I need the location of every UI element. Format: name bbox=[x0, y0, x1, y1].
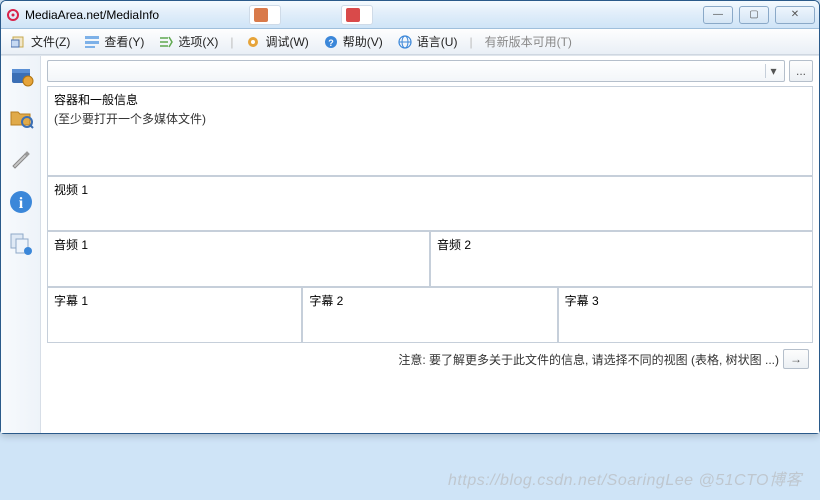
panel-heading: 容器和一般信息 bbox=[54, 91, 806, 108]
svg-text:?: ? bbox=[328, 38, 334, 48]
file-icon bbox=[11, 34, 27, 50]
open-file-icon bbox=[8, 63, 34, 89]
globe-icon bbox=[397, 34, 413, 50]
tool-copy[interactable] bbox=[7, 230, 35, 258]
panel-subtitle-1: 字幕 1 bbox=[47, 287, 302, 343]
panel-subtitle-3: 字幕 3 bbox=[558, 287, 813, 343]
menu-update[interactable]: 有新版本可用(T) bbox=[481, 31, 576, 52]
titlebar-tab-1[interactable] bbox=[249, 5, 281, 25]
file-selector-row: ▾ ... bbox=[47, 60, 813, 82]
watermark-text: https://blog.csdn.net/SoaringLee @51CTO博… bbox=[448, 466, 802, 490]
menu-language[interactable]: 语言(U) bbox=[393, 31, 462, 52]
titlebar-tab-2[interactable] bbox=[341, 5, 373, 25]
panel-video-1: 视频 1 bbox=[47, 176, 813, 231]
copy-icon bbox=[8, 231, 34, 257]
tab-icon bbox=[254, 8, 268, 22]
panel-heading: 字幕 1 bbox=[54, 292, 295, 309]
left-toolbar: i bbox=[1, 56, 41, 433]
options-icon bbox=[158, 34, 174, 50]
panel-heading: 音频 1 bbox=[54, 236, 423, 253]
panel-subtitle-2: 字幕 2 bbox=[302, 287, 557, 343]
open-folder-icon bbox=[8, 105, 34, 131]
debug-icon bbox=[245, 34, 261, 50]
app-window: MediaArea.net/MediaInfo — ▢ ✕ 文件(Z) 查看(Y… bbox=[0, 0, 820, 434]
tool-info[interactable]: i bbox=[7, 188, 35, 216]
panel-heading: 音频 2 bbox=[437, 236, 806, 253]
minimize-button[interactable]: — bbox=[703, 6, 733, 24]
window-controls: — ▢ ✕ bbox=[703, 6, 815, 24]
menu-debug[interactable]: 调试(W) bbox=[241, 31, 312, 52]
panel-heading: 字幕 3 bbox=[565, 292, 806, 309]
menu-help[interactable]: ? 帮助(V) bbox=[319, 31, 387, 52]
svg-text:i: i bbox=[18, 195, 23, 212]
audio-row: 音频 1 音频 2 bbox=[47, 231, 813, 287]
settings-icon bbox=[9, 148, 33, 172]
note-text: 注意: 要了解更多关于此文件的信息, 请选择不同的视图 (表格, 树状图 ...… bbox=[398, 351, 779, 368]
panel-hint: (至少要打开一个多媒体文件) bbox=[54, 110, 806, 127]
note-row: 注意: 要了解更多关于此文件的信息, 请选择不同的视图 (表格, 树状图 ...… bbox=[47, 349, 813, 369]
close-button[interactable]: ✕ bbox=[775, 6, 815, 24]
menu-separator: | bbox=[228, 35, 235, 49]
menubar: 文件(Z) 查看(Y) 选项(X) | 调试(W) ? 帮助(V) 语言(U) … bbox=[1, 29, 819, 55]
subtitle-row: 字幕 1 字幕 2 字幕 3 bbox=[47, 287, 813, 343]
client-area: i ▾ ... 容器和一般信息 (至少要打开一个多媒体文件) 视频 1 bbox=[1, 55, 819, 433]
tool-settings[interactable] bbox=[7, 146, 35, 174]
menu-view[interactable]: 查看(Y) bbox=[80, 31, 148, 52]
app-icon bbox=[5, 7, 21, 23]
view-icon bbox=[84, 34, 100, 50]
panel-heading: 视频 1 bbox=[54, 181, 806, 198]
panel-heading: 字幕 2 bbox=[309, 292, 550, 309]
main-area: ▾ ... 容器和一般信息 (至少要打开一个多媒体文件) 视频 1 音频 1 音… bbox=[41, 56, 819, 433]
tool-open-folder[interactable] bbox=[7, 104, 35, 132]
panel-audio-1: 音频 1 bbox=[47, 231, 430, 287]
help-icon: ? bbox=[323, 34, 339, 50]
window-title: MediaArea.net/MediaInfo bbox=[25, 8, 159, 22]
tab-icon bbox=[346, 8, 360, 22]
panel-container-info: 容器和一般信息 (至少要打开一个多媒体文件) bbox=[47, 86, 813, 176]
maximize-button[interactable]: ▢ bbox=[739, 6, 769, 24]
browse-button[interactable]: ... bbox=[789, 60, 813, 82]
menu-file[interactable]: 文件(Z) bbox=[7, 31, 74, 52]
file-combobox[interactable]: ▾ bbox=[47, 60, 785, 82]
titlebar: MediaArea.net/MediaInfo — ▢ ✕ bbox=[1, 1, 819, 29]
panel-audio-2: 音频 2 bbox=[430, 231, 813, 287]
info-icon: i bbox=[8, 189, 34, 215]
chevron-down-icon[interactable]: ▾ bbox=[765, 64, 781, 78]
menu-separator: | bbox=[467, 35, 474, 49]
switch-view-button[interactable]: → bbox=[783, 349, 809, 369]
tool-open-file[interactable] bbox=[7, 62, 35, 90]
menu-options[interactable]: 选项(X) bbox=[154, 31, 222, 52]
